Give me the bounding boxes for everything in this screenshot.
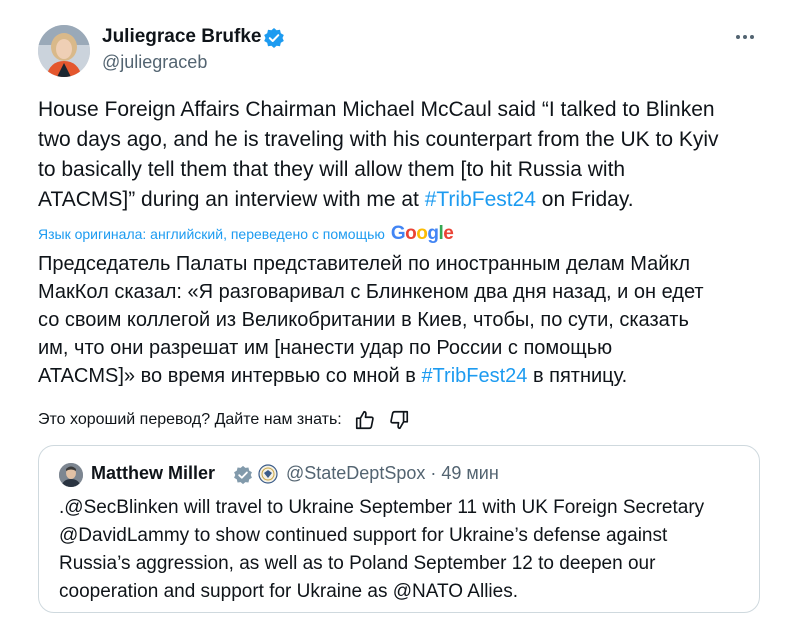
author-name[interactable]: Juliegrace Brufke [102, 26, 261, 48]
dot-icon [750, 35, 754, 39]
thumbs-up-icon[interactable] [354, 409, 376, 431]
quoted-tweet-card[interactable]: Matthew Miller @StateDeptSpox · 49 мин .… [38, 445, 760, 613]
thumbs-down-icon[interactable] [388, 409, 410, 431]
google-logo: Google [390, 223, 454, 244]
author-avatar[interactable] [38, 25, 90, 77]
government-seal-icon [258, 464, 278, 484]
dot-icon [743, 35, 747, 39]
quote-timestamp[interactable]: · 49 мин [430, 463, 498, 483]
translated-text: Председатель Палаты представителей по ин… [38, 250, 778, 390]
dot-icon [736, 35, 740, 39]
verified-badge-icon [234, 465, 252, 485]
translation-note[interactable]: Язык оригинала: английский, переведено с… [38, 223, 454, 245]
translation-note-text: Язык оригинала: английский, переведено с… [38, 226, 385, 242]
verified-badge-icon [264, 28, 284, 48]
quote-text: .@SecBlinken will travel to Ukraine Sept… [59, 497, 705, 602]
tweet-text: House Foreign Affairs Chairman Michael M… [38, 95, 758, 215]
quote-author-name[interactable]: Matthew Miller [91, 463, 215, 484]
translation-feedback: Это хороший перевод? Дайте нам знать: [38, 409, 410, 431]
hashtag-link[interactable]: #TribFest24 [421, 365, 527, 387]
quote-author-handle[interactable]: @StateDeptSpox [286, 463, 425, 483]
hashtag-link[interactable]: #TribFest24 [425, 188, 536, 211]
author-handle[interactable]: @juliegraceb [102, 52, 207, 73]
quote-author-avatar[interactable] [59, 463, 83, 487]
tweet-text-part2: on Friday. [535, 188, 634, 211]
more-options-button[interactable] [736, 30, 760, 44]
quote-meta: @StateDeptSpox · 49 мин [286, 463, 499, 484]
feedback-prompt: Это хороший перевод? Дайте нам знать: [38, 411, 342, 428]
translated-text-part2: в пятницу. [527, 365, 628, 387]
